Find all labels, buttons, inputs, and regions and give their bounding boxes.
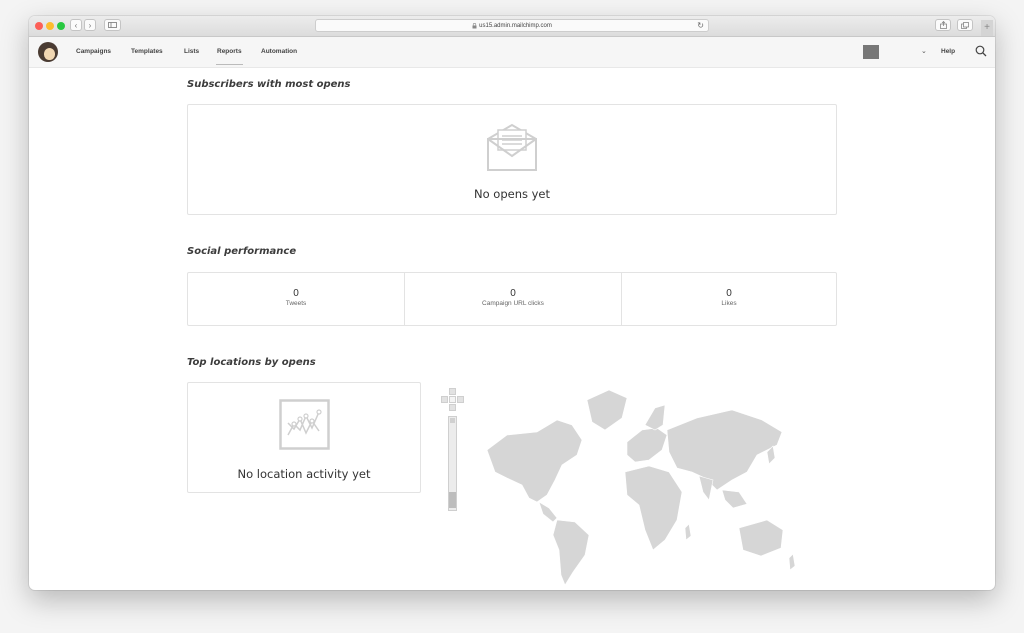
nav-campaigns[interactable]: Campaigns: [76, 48, 111, 55]
nav-lists[interactable]: Lists: [184, 48, 199, 55]
map-zoom-slider[interactable]: [448, 416, 457, 511]
pan-up-button[interactable]: [449, 388, 456, 395]
tabs-overview-button[interactable]: [957, 19, 973, 31]
back-button[interactable]: ‹: [70, 19, 82, 31]
new-tab-button[interactable]: +: [981, 20, 993, 36]
map-region-africa: [624, 465, 683, 551]
forward-button[interactable]: ›: [84, 19, 96, 31]
nav-reports[interactable]: Reports: [216, 48, 243, 65]
reload-icon[interactable]: ↻: [697, 21, 704, 30]
sidebar-toggle-button[interactable]: [104, 19, 121, 31]
social-section-title: Social performance: [187, 246, 297, 257]
map-region-india: [698, 475, 714, 501]
home-icon[interactable]: [449, 396, 456, 403]
app-navigation: Campaigns Templates Lists Reports Automa…: [29, 37, 995, 68]
minimize-window-button[interactable]: [46, 22, 54, 30]
nav-templates[interactable]: Templates: [131, 48, 163, 55]
social-stat-tweets: 0 Tweets: [188, 273, 404, 325]
zoom-window-button[interactable]: [57, 22, 65, 30]
map-region-new-zealand: [788, 553, 796, 571]
map-region-central-america: [538, 501, 558, 523]
share-button[interactable]: [935, 19, 951, 31]
tabs-icon: [961, 21, 969, 29]
share-icon: [939, 21, 947, 29]
url-clicks-value: 0: [510, 288, 516, 299]
likes-label: Likes: [721, 300, 737, 307]
help-link[interactable]: Help: [941, 48, 955, 55]
map-region-north-america: [486, 419, 583, 503]
mailchimp-logo[interactable]: [38, 42, 58, 62]
account-avatar[interactable]: [863, 45, 879, 59]
envelope-icon: [487, 123, 537, 171]
likes-value: 0: [726, 288, 732, 299]
social-stat-url-clicks: 0 Campaign URL clicks: [404, 273, 621, 325]
map-region-australia: [738, 519, 784, 557]
url-clicks-label: Campaign URL clicks: [482, 300, 544, 307]
chevron-left-icon: ‹: [74, 20, 78, 30]
report-content: Subscribers with most opens No opens yet…: [29, 68, 995, 590]
locations-empty-card: No location activity yet: [187, 382, 421, 493]
social-stat-likes: 0 Likes: [621, 273, 836, 325]
tweets-label: Tweets: [285, 300, 307, 307]
plus-icon: +: [984, 22, 990, 33]
line-chart-icon: [279, 399, 330, 450]
map-region-scandinavia: [644, 404, 666, 431]
map-pan-control[interactable]: [441, 388, 465, 412]
chevron-right-icon: ›: [88, 20, 92, 30]
zoom-in-button[interactable]: [450, 418, 455, 423]
no-location-text: No location activity yet: [237, 467, 371, 481]
map-region-asia: [666, 409, 783, 491]
tweets-value: 0: [293, 288, 299, 299]
pan-right-button[interactable]: [457, 396, 464, 403]
pan-down-button[interactable]: [449, 404, 456, 411]
map-region-europe: [626, 427, 668, 463]
no-opens-text: No opens yet: [473, 187, 551, 201]
map-region-greenland: [586, 389, 628, 431]
world-map[interactable]: [477, 380, 797, 585]
map-region-madagascar: [684, 523, 692, 541]
lock-icon: [472, 22, 477, 28]
pan-left-button[interactable]: [441, 396, 448, 403]
nav-automation[interactable]: Automation: [261, 48, 297, 55]
close-window-button[interactable]: [35, 22, 43, 30]
locations-section-title: Top locations by opens: [187, 357, 316, 368]
map-region-south-america: [552, 519, 590, 585]
social-stats-card: 0 Tweets 0 Campaign URL clicks 0 Likes: [187, 272, 837, 326]
map-region-southeast-asia: [721, 489, 748, 509]
subscribers-section-title: Subscribers with most opens: [187, 79, 351, 90]
browser-titlebar: ‹ › us15.admin.mailchimp.com ↻ +: [29, 16, 995, 37]
sidebar-icon: [108, 22, 117, 28]
browser-window: ‹ › us15.admin.mailchimp.com ↻ + Campaig…: [29, 16, 995, 590]
zoom-slider-thumb[interactable]: [449, 492, 456, 508]
address-bar[interactable]: us15.admin.mailchimp.com ↻: [315, 19, 709, 32]
chevron-down-icon[interactable]: ⌄: [921, 47, 927, 55]
subscribers-empty-card: No opens yet: [187, 104, 837, 215]
search-icon[interactable]: [974, 44, 988, 58]
url-text: us15.admin.mailchimp.com: [479, 22, 552, 29]
